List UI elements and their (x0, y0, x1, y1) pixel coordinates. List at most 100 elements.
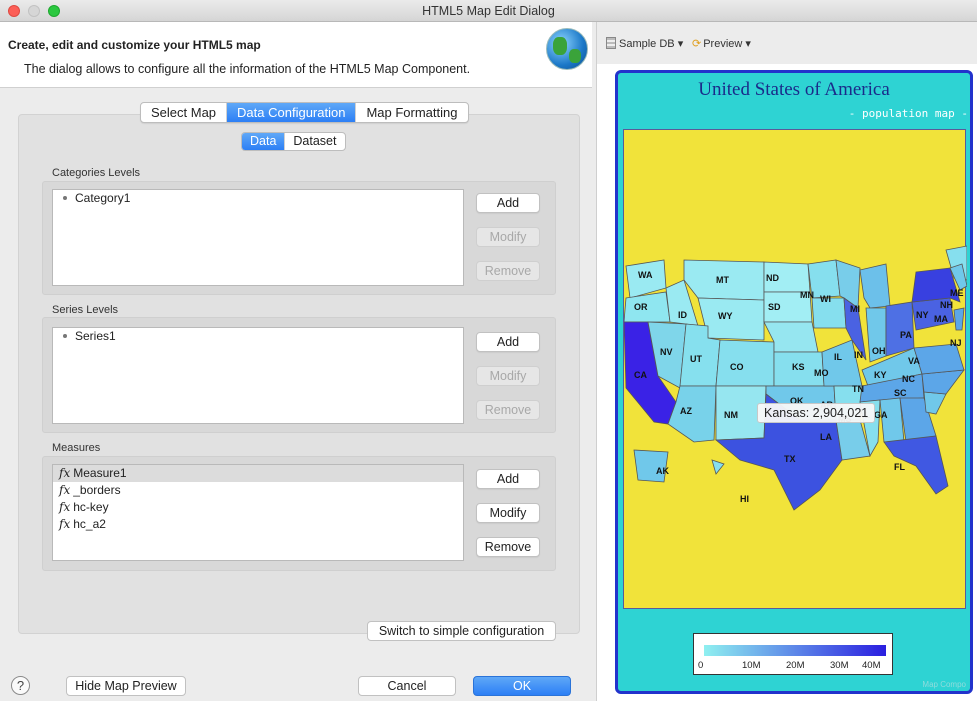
bullet-icon (63, 333, 67, 338)
legend-tick: 30M (830, 660, 849, 671)
datasource-dropdown[interactable]: Sample DB ▾ (606, 37, 683, 50)
map-plot-area[interactable]: WA OR CA NV ID MT WY UT AZ CO NM ND SD K… (623, 129, 968, 610)
tab-data-configuration[interactable]: Data Configuration (227, 103, 357, 122)
state-al (879, 397, 905, 443)
map-tooltip: Kansas: 2,904,021 (757, 403, 876, 423)
dialog-header: Create, edit and customize your HTML5 ma… (0, 22, 592, 88)
label-ak: AK (656, 466, 669, 476)
state-mi (859, 263, 891, 309)
configuration-pane: Create, edit and customize your HTML5 ma… (0, 22, 592, 701)
us-map-svg[interactable]: WA OR CA NV ID MT WY UT AZ CO NM ND SD K… (623, 130, 968, 610)
label-il: IL (834, 352, 843, 362)
categories-remove-button[interactable]: Remove (476, 261, 540, 281)
preview-icon: ⟳ (692, 38, 702, 50)
measures-modify-button[interactable]: Modify (476, 503, 540, 523)
preview-dropdown[interactable]: ⟳ Preview ▾ (692, 37, 751, 50)
globe-icon (546, 28, 588, 70)
bullet-icon (63, 195, 67, 200)
map-preview-pane: Sample DB ▾ ⟳ Preview ▾ United States of … (596, 22, 977, 701)
label-nj: NJ (950, 338, 962, 348)
label-ca: CA (634, 370, 647, 380)
dialog-description: The dialog allows to configure all the i… (24, 62, 471, 76)
series-label: Series Levels (52, 304, 119, 316)
label-sc: SC (894, 388, 907, 398)
label-wy: WY (718, 311, 733, 321)
ok-button[interactable]: OK (473, 676, 571, 696)
series-remove-button[interactable]: Remove (476, 400, 540, 420)
series-list[interactable]: Series1 (52, 327, 464, 424)
label-ny: NY (916, 310, 929, 320)
list-item[interactable]: fx Measure1 (53, 465, 463, 482)
label-ky: KY (874, 370, 887, 380)
subtab-dataset[interactable]: Dataset (285, 133, 344, 150)
data-subtabs: Data Dataset (241, 132, 346, 151)
label-id: ID (678, 310, 688, 320)
label-tx: TX (784, 454, 796, 464)
window-title: HTML5 Map Edit Dialog (422, 4, 555, 18)
state-az (667, 385, 717, 443)
series-modify-button[interactable]: Modify (476, 366, 540, 386)
legend-tick: 10M (742, 660, 761, 671)
fx-icon: fx (59, 517, 71, 531)
label-oh: OH (872, 346, 886, 356)
list-item[interactable]: fx hc-key (53, 499, 463, 516)
label-nh: NH (940, 300, 953, 310)
fx-icon: fx (59, 483, 71, 497)
label-nc: NC (902, 374, 915, 384)
fx-icon: fx (59, 466, 71, 480)
hide-map-preview-button[interactable]: Hide Map Preview (66, 676, 186, 696)
list-item[interactable]: Category1 (53, 190, 463, 207)
label-va: VA (908, 356, 920, 366)
label-mn: MN (800, 290, 814, 300)
tab-map-formatting[interactable]: Map Formatting (356, 103, 467, 122)
measures-section: fx Measure1 fx _borders fx hc-key fx hc_a2 A… (42, 456, 556, 571)
list-item[interactable]: fx hc_a2 (53, 516, 463, 533)
categories-add-button[interactable]: Add (476, 193, 540, 213)
list-item[interactable]: Series1 (53, 328, 463, 345)
state-hi (711, 459, 725, 475)
state-oh (885, 301, 915, 357)
categories-section: Category1 Add Modify Remove (42, 181, 556, 295)
measures-list[interactable]: fx Measure1 fx _borders fx hc-key fx hc_a2 (52, 464, 464, 561)
cancel-button[interactable]: Cancel (358, 676, 456, 696)
label-mi: MI (850, 304, 860, 314)
label-fl: FL (894, 462, 905, 472)
label-la: LA (820, 432, 832, 442)
label-ut: UT (690, 354, 702, 364)
categories-list[interactable]: Category1 (52, 189, 464, 286)
label-me: ME (950, 288, 964, 298)
list-item[interactable]: fx _borders (53, 482, 463, 499)
label-hi: HI (740, 494, 749, 504)
label-sd: SD (768, 302, 781, 312)
label-in: IN (854, 350, 863, 360)
label-pa: PA (900, 330, 912, 340)
label-nd: ND (766, 273, 779, 283)
label-mt: MT (716, 275, 729, 285)
window-titlebar: HTML5 Map Edit Dialog (0, 0, 977, 22)
measures-add-button[interactable]: Add (476, 469, 540, 489)
state-co (715, 339, 775, 387)
map-legend: 0 10M 20M 30M 40M (693, 633, 893, 675)
label-az: AZ (680, 406, 692, 416)
label-co: CO (730, 362, 744, 372)
label-nv: NV (660, 347, 673, 357)
dialog-title: Create, edit and customize your HTML5 ma… (8, 38, 261, 52)
label-wa: WA (638, 270, 653, 280)
state-nj (953, 307, 965, 331)
map-credit: Map Compo (922, 680, 966, 689)
series-add-button[interactable]: Add (476, 332, 540, 352)
label-wi: WI (820, 294, 831, 304)
help-icon[interactable]: ? (11, 676, 30, 695)
switch-simple-configuration-button[interactable]: Switch to simple configuration (367, 621, 556, 641)
tab-select-map[interactable]: Select Map (141, 103, 228, 122)
preview-toolbar: Sample DB ▾ ⟳ Preview ▾ (597, 22, 977, 64)
subtab-data[interactable]: Data (242, 133, 286, 150)
legend-tick: 20M (786, 660, 805, 671)
label-ks: KS (792, 362, 805, 372)
state-mo (821, 339, 863, 387)
database-icon (606, 37, 616, 49)
measures-label: Measures (52, 442, 101, 454)
measures-remove-button[interactable]: Remove (476, 537, 540, 557)
categories-modify-button[interactable]: Modify (476, 227, 540, 247)
legend-color-scale (704, 645, 886, 656)
